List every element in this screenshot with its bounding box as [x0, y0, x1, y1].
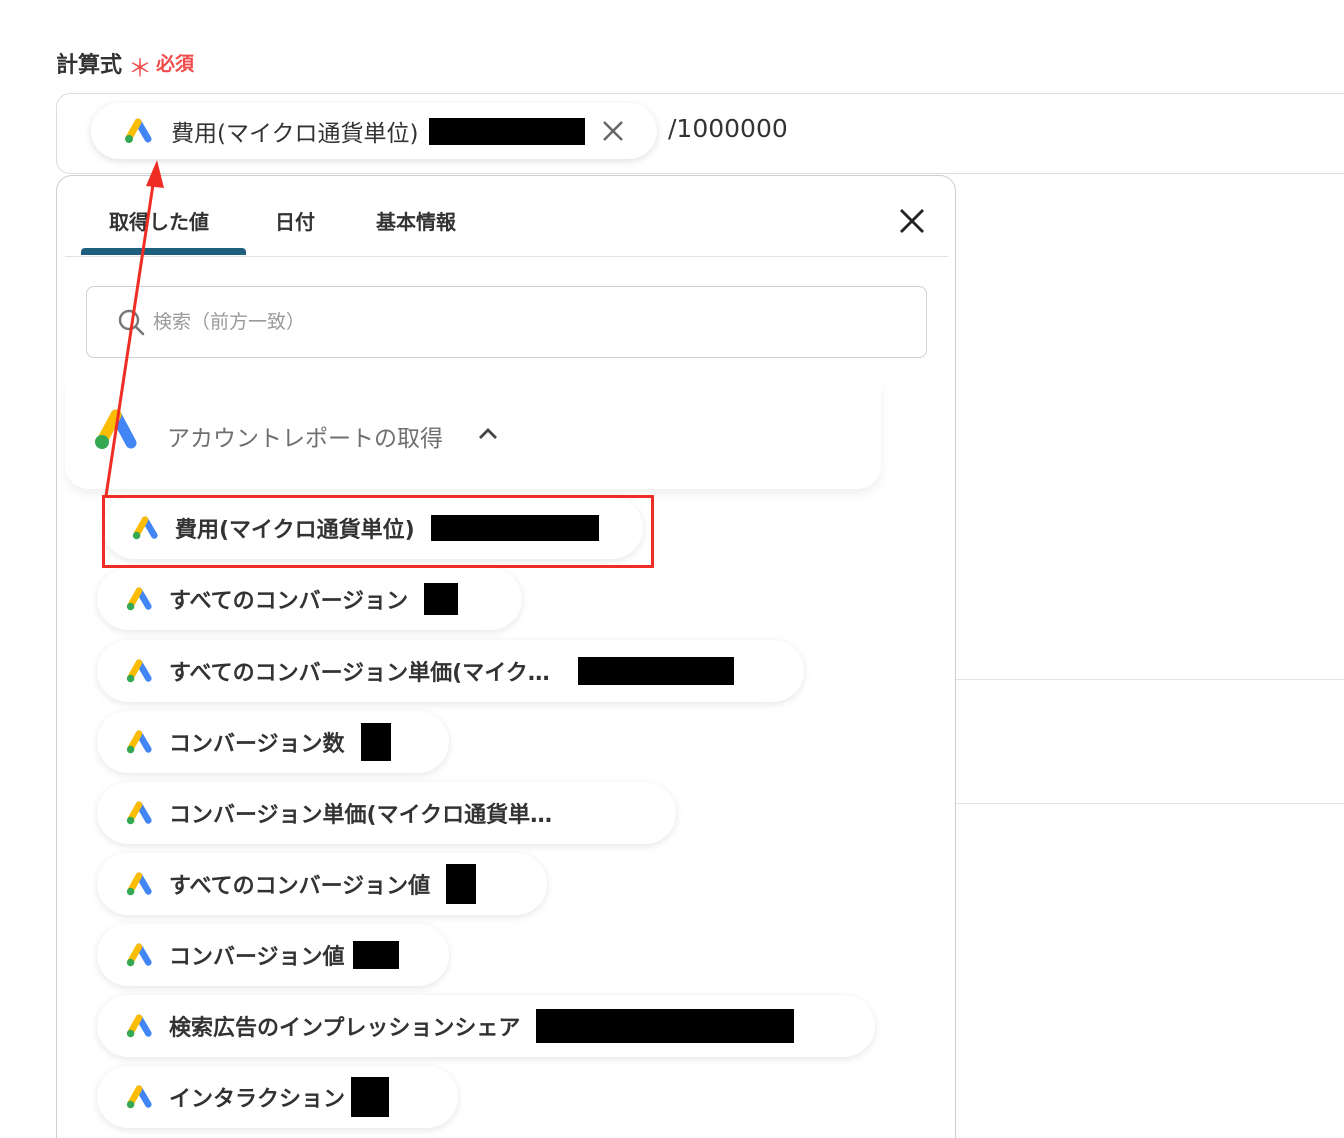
variable-list-item[interactable]: すべてのコンバージョン単価(マイク… [97, 640, 804, 702]
redacted-value [577, 657, 734, 685]
variable-list-item[interactable]: すべてのコンバージョン [97, 568, 522, 630]
redacted-value [428, 117, 585, 145]
tab-acquired-values[interactable]: 取得した値 [109, 206, 209, 235]
variable-list-item-label: すべてのコンバージョン単価(マイク… [169, 661, 550, 686]
field-label: 計算式 ＊ 必須 [56, 42, 194, 83]
google-ads-icon [126, 943, 152, 967]
variable-list-item-label: すべてのコンバージョン値 [169, 874, 431, 899]
google-ads-icon [126, 659, 152, 683]
required-text: 必須 [156, 53, 195, 75]
field-label-text: 計算式 [56, 52, 123, 78]
variable-list-item-label: コンバージョン単価(マイクロ通貨単… [169, 803, 553, 828]
redacted-value [446, 864, 477, 904]
redacted-value [352, 941, 399, 969]
google-ads-icon [126, 801, 152, 825]
formula-suffix-text: /1000000 [668, 114, 788, 143]
chevron-up-icon[interactable] [477, 423, 499, 445]
variable-list-item-label: すべてのコンバージョン [169, 589, 409, 614]
redacted-value [351, 1077, 390, 1117]
variable-list-item[interactable]: コンバージョン数 [97, 711, 449, 773]
close-icon[interactable] [599, 117, 627, 145]
google-ads-icon [126, 1085, 152, 1109]
variable-list-item-label: コンバージョン数 [169, 732, 345, 757]
redacted-value [360, 723, 391, 761]
search-icon [118, 309, 145, 336]
redacted-value [424, 583, 459, 615]
search-box [86, 286, 927, 358]
active-tab-indicator [81, 248, 246, 255]
group-title: アカウントレポートの取得 [167, 426, 443, 452]
redacted-value [536, 1009, 795, 1043]
google-ads-icon [126, 872, 152, 896]
variable-list-item[interactable]: コンバージョン単価(マイクロ通貨単… [97, 782, 676, 844]
google-ads-icon [126, 1014, 152, 1038]
search-input[interactable] [153, 311, 853, 333]
variable-list-item[interactable]: 検索広告のインプレッションシェア [97, 995, 875, 1057]
variable-list-item-label: コンバージョン値 [169, 945, 345, 970]
tab-date[interactable]: 日付 [275, 206, 315, 235]
variable-list-item-label: インタラクション [169, 1087, 346, 1112]
group-header-account-report[interactable]: アカウントレポートの取得 [65, 381, 881, 489]
chip-label: 費用(マイクロ通貨単位) [171, 121, 419, 147]
variable-list-item-label: 検索広告のインプレッションシェア [169, 1016, 521, 1041]
variable-list-item[interactable]: すべてのコンバージョン値 [97, 853, 547, 915]
google-ads-icon [125, 118, 152, 143]
google-ads-icon [126, 730, 152, 754]
divider [955, 679, 1344, 680]
divider [955, 803, 1344, 804]
required-mark: ＊ [128, 54, 153, 82]
variable-list-item[interactable]: コンバージョン値 [97, 924, 449, 986]
tab-divider [65, 256, 948, 257]
formula-variable-chip[interactable]: 費用(マイクロ通貨単位) [91, 103, 657, 159]
tab-basic-info[interactable]: 基本情報 [376, 206, 456, 235]
highlight-box [102, 495, 654, 568]
calculation-form: 計算式 ＊ 必須 費用(マイクロ通貨単位) /1000000 取得した値 日付 … [0, 0, 1344, 1138]
google-ads-icon [126, 587, 152, 611]
google-ads-icon [95, 409, 137, 449]
variable-list-item[interactable]: インタラクション [97, 1066, 458, 1128]
close-icon[interactable] [897, 206, 927, 236]
